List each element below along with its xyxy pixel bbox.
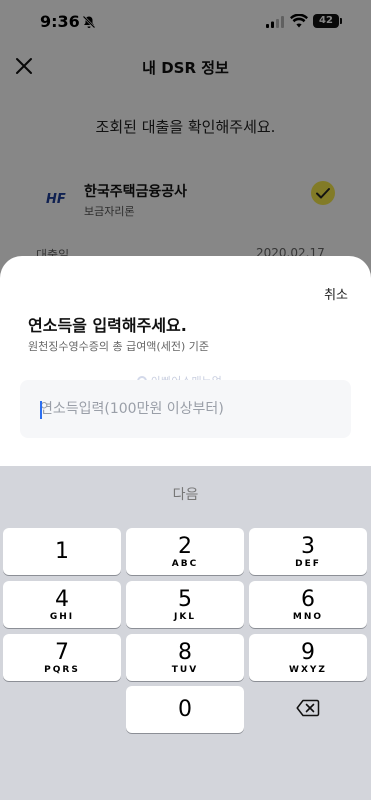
key-9[interactable]: 9 WXYZ	[249, 634, 367, 681]
key-4-letters: GHI	[49, 612, 75, 622]
income-input-container[interactable]	[20, 380, 351, 438]
key-1[interactable]: 1	[3, 528, 121, 575]
numeric-keyboard: 다음 1 2 ABC 3 DEF 4 GHI 5 JKL 6 MNO 7 PQR…	[0, 466, 371, 800]
key-5-number: 5	[178, 587, 192, 612]
text-caret	[40, 401, 42, 419]
dim-overlay[interactable]	[0, 0, 371, 300]
key-7-number: 7	[55, 640, 69, 665]
delete-key[interactable]	[249, 686, 367, 733]
key-3[interactable]: 3 DEF	[249, 528, 367, 575]
key-6-letters: MNO	[292, 612, 324, 622]
key-8-number: 8	[178, 640, 192, 665]
key-0[interactable]: 0	[126, 686, 244, 733]
sheet-title: 연소득을 입력해주세요.	[28, 316, 187, 335]
key-2[interactable]: 2 ABC	[126, 528, 244, 575]
sheet-description: 원천징수영수증의 총 급여액(세전) 기준	[28, 340, 209, 353]
next-button[interactable]: 다음	[0, 484, 371, 504]
key-7[interactable]: 7 PQRS	[3, 634, 121, 681]
key-6[interactable]: 6 MNO	[249, 581, 367, 628]
key-2-letters: ABC	[171, 559, 199, 569]
key-9-letters: WXYZ	[289, 665, 327, 675]
key-9-number: 9	[301, 640, 315, 665]
key-8[interactable]: 8 TUV	[126, 634, 244, 681]
key-2-number: 2	[178, 534, 192, 559]
key-3-letters: DEF	[295, 559, 321, 569]
key-4-number: 4	[55, 587, 69, 612]
key-8-letters: TUV	[171, 665, 199, 675]
key-5-letters: JKL	[173, 612, 197, 622]
key-5[interactable]: 5 JKL	[126, 581, 244, 628]
keyboard-toolbar: 다음	[0, 466, 371, 522]
key-4[interactable]: 4 GHI	[3, 581, 121, 628]
key-3-number: 3	[301, 534, 315, 559]
cancel-button[interactable]: 취소	[324, 284, 348, 303]
income-input[interactable]	[40, 395, 340, 423]
key-6-number: 6	[301, 587, 315, 612]
key-7-letters: PQRS	[44, 665, 80, 675]
backspace-icon	[296, 699, 320, 717]
key-0-number: 0	[178, 697, 192, 722]
key-1-number: 1	[55, 539, 69, 564]
